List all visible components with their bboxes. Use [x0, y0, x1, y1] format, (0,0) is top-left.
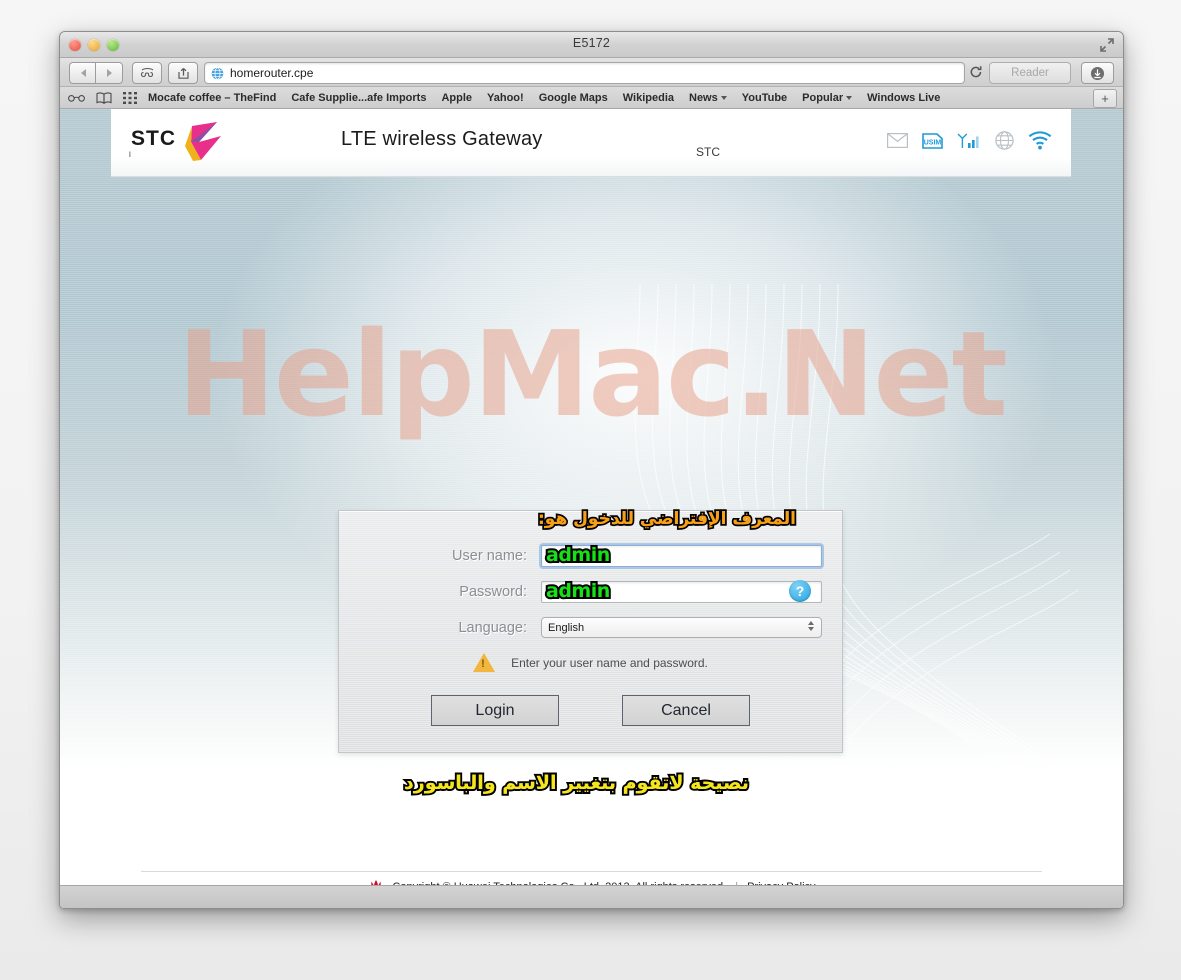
window-bottom-bar [60, 885, 1123, 908]
downloads-button[interactable] [1081, 62, 1114, 84]
form-button-row: Login Cancel [339, 695, 842, 726]
globe-icon[interactable] [995, 131, 1014, 150]
bookmark-item-6[interactable]: News [689, 92, 727, 104]
fullscreen-icon[interactable] [1100, 38, 1114, 52]
svg-text:STC: STC [131, 127, 176, 150]
download-icon [1090, 66, 1105, 80]
username-input[interactable]: admin admin [541, 542, 822, 568]
footer-divider-rule [141, 871, 1042, 872]
product-title: LTE wireless Gateway [341, 128, 543, 150]
bookmark-item-0[interactable]: Mocafe coffee – TheFind [148, 92, 276, 104]
language-label: Language: [458, 619, 527, 636]
share-button[interactable] [168, 62, 198, 84]
password-label: Password: [459, 583, 527, 600]
stepper-arrows-icon [808, 621, 814, 631]
username-value-text: admin [546, 543, 610, 566]
safari-browser-window: E5172 homerouter.cpe Reader Mocafe coffe… [59, 31, 1124, 909]
language-selected-value: English [548, 621, 585, 634]
add-bookmark-button[interactable]: + [1093, 89, 1117, 108]
bookmark-label: Wikipedia [622, 91, 674, 104]
bookmark-item-7[interactable]: YouTube [742, 92, 787, 104]
password-row: Password: admin admin [339, 578, 842, 605]
bookmark-item-2[interactable]: Apple [441, 92, 472, 104]
cancel-button[interactable]: Cancel [622, 695, 750, 726]
bookmark-item-1[interactable]: Cafe Supplie...afe Imports [291, 92, 426, 104]
bookmark-label: Mocafe coffee – TheFind [148, 91, 277, 104]
login-button[interactable]: Login [431, 695, 559, 726]
bookmarks-book-icon[interactable] [96, 91, 112, 104]
bookmark-label: Popular [802, 91, 844, 104]
bookmark-label: YouTube [741, 91, 788, 104]
username-row: User name: admin admin [339, 542, 842, 569]
stc-logo: STC الاتصالات السعودية [129, 122, 221, 161]
chevron-right-icon [106, 69, 112, 77]
top-sites-grid-icon[interactable] [123, 91, 137, 104]
browser-toolbar: homerouter.cpe Reader [60, 58, 1123, 87]
page-header: STC الاتصالات السعودية LTE wireless Gate… [111, 109, 1071, 177]
address-bar[interactable]: homerouter.cpe [204, 62, 965, 84]
window-titlebar: E5172 [60, 32, 1123, 58]
bookmark-label: Apple [441, 91, 473, 104]
bookmark-label: Yahoo! [487, 91, 524, 104]
svg-text:USIM: USIM [924, 139, 942, 146]
bookmark-item-9[interactable]: Windows Live [867, 92, 940, 104]
hint-row: Enter your user name and password. [339, 653, 842, 672]
password-annotated-value: admin admin [544, 578, 612, 604]
help-icon[interactable]: ? [789, 580, 811, 602]
bookmark-label: Cafe Supplie...afe Imports [291, 91, 427, 104]
chevron-left-icon [80, 69, 86, 77]
forward-button[interactable] [95, 62, 123, 84]
username-label: User name: [452, 547, 527, 564]
mail-icon[interactable] [887, 133, 908, 148]
reader-glasses-icon [140, 67, 153, 78]
reader-glasses-icon[interactable] [68, 92, 85, 103]
reload-icon[interactable] [969, 65, 983, 79]
globe-icon [211, 66, 224, 80]
top-arabic-annotation: المعرف الإفتراضي للدخول هو: [538, 509, 796, 529]
router-login-page: HelpMac.Net STC الاتصالات السعودية LTE w… [60, 109, 1123, 908]
hint-text: Enter your user name and password. [511, 655, 708, 670]
login-form-panel: User name: admin admin Password: admin a… [338, 510, 843, 753]
site-watermark: HelpMac.Net [177, 305, 1008, 443]
desktop-background: E5172 homerouter.cpe Reader Mocafe coffe… [0, 0, 1181, 980]
share-arrow-icon [177, 67, 189, 79]
chevron-down-icon [720, 95, 727, 100]
back-button[interactable] [69, 62, 96, 84]
operator-name: STC [696, 145, 720, 159]
bookmark-item-8[interactable]: Popular [802, 91, 853, 104]
password-value-text: admin [546, 579, 610, 602]
chevron-down-icon [846, 95, 853, 100]
bookmark-label: News [689, 91, 718, 104]
bookmark-item-3[interactable]: Yahoo! [487, 92, 524, 104]
url-text: homerouter.cpe [230, 66, 314, 80]
status-icon-group: USIM [887, 131, 1053, 150]
bookmark-item-5[interactable]: Wikipedia [623, 92, 674, 104]
bookmark-label: Google Maps [538, 91, 608, 104]
reader-toggle-button[interactable] [132, 62, 162, 84]
bookmarks-bar: Mocafe coffee – TheFind Cafe Supplie...a… [60, 87, 1123, 109]
warning-icon [473, 653, 496, 672]
window-title: E5172 [572, 36, 611, 50]
usim-icon[interactable]: USIM [922, 132, 943, 149]
svg-text:الاتصالات السعودية: الاتصالات السعودية [129, 150, 131, 159]
language-select[interactable]: English [541, 617, 822, 638]
language-row: Language: English [339, 614, 842, 641]
bottom-arabic-annotation: نصيحة لاتقوم بتغيير الاسم والباسورد [404, 772, 749, 794]
wifi-icon[interactable] [1028, 131, 1053, 150]
bookmark-label: Windows Live [867, 91, 941, 104]
signal-icon[interactable] [957, 133, 981, 149]
bookmark-item-4[interactable]: Google Maps [539, 92, 608, 104]
password-input[interactable]: admin admin [541, 578, 822, 604]
reader-button[interactable]: Reader [989, 62, 1071, 84]
username-annotated-value: admin admin [544, 542, 612, 568]
